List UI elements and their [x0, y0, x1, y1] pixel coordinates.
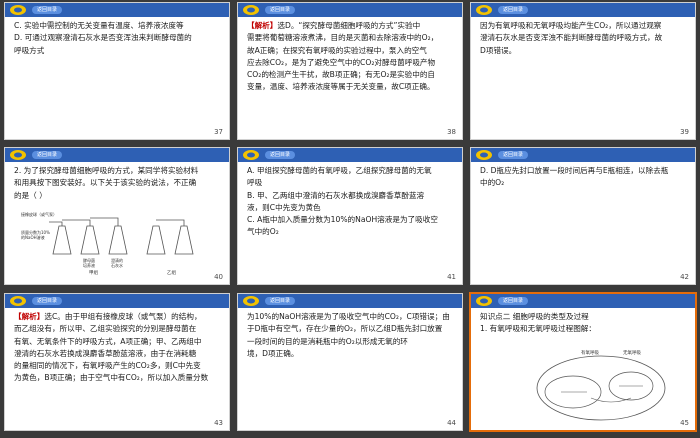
svg-text:无氧呼吸: 无氧呼吸 [623, 349, 641, 356]
slide-thumbnail-37[interactable]: 返回目录 C. 实验中需控制的无关变量有温度、培养液浓度等 D. 可通过观察澄清石… [4, 2, 230, 140]
slide-header: 返回目录 [238, 3, 462, 17]
slide-header: 返回目录 [471, 294, 695, 308]
back-to-contents-button[interactable]: 返回目录 [265, 6, 296, 14]
slide-number: 40 [214, 273, 223, 281]
slide-thumbnail-43[interactable]: 返回目录 【解析】选C。由于甲组有接橡皮球（或气泵）的结构， 而乙组没有，所以甲… [4, 293, 230, 431]
back-to-contents-button[interactable]: 返回目录 [498, 6, 529, 14]
school-logo-icon [243, 5, 259, 15]
back-to-contents-button[interactable]: 返回目录 [498, 151, 529, 159]
school-logo-icon [243, 150, 259, 160]
svg-text:接橡皮球（或气泵）: 接橡皮球（或气泵） [21, 211, 57, 217]
respiration-diagram: 有氧呼吸 无氧呼吸 [536, 349, 666, 421]
slide-text: 【解析】选D。“探究酵母菌细胞呼吸的方式”实验中 需要将葡萄糖溶液煮沸，目的是灭… [247, 21, 439, 92]
svg-text:乙组: 乙组 [167, 269, 176, 276]
slide-thumbnail-45[interactable]: 返回目录 知识点二 细胞呼吸的类型及过程 1. 有氧呼吸和无氧呼吸过程图解： 有氧… [469, 292, 697, 432]
svg-text:培养液: 培养液 [83, 262, 95, 268]
slide-text: 知识点二 细胞呼吸的类型及过程 1. 有氧呼吸和无氧呼吸过程图解： [480, 312, 596, 334]
slide-header: 返回目录 [5, 3, 229, 17]
slide-thumbnail-42[interactable]: 返回目录 D. D瓶应先封口放置一段时间后再与E瓶相连，以除去瓶 中的O₂ 42 [470, 147, 696, 285]
slide-number: 39 [680, 128, 689, 136]
school-logo-icon [476, 150, 492, 160]
slide-text: C. 实验中需控制的无关变量有温度、培养液浓度等 D. 可通过观察澄清石灰水是否变… [14, 21, 192, 55]
svg-text:石灰水: 石灰水 [111, 262, 123, 268]
slide-text: D. D瓶应先封口放置一段时间后再与E瓶相连，以除去瓶 中的O₂ [480, 166, 669, 188]
slide-thumbnail-40[interactable]: 返回目录 2. 为了探究酵母菌细胞呼吸的方式，某同学将实验材料 和用具按下图安装好… [4, 147, 230, 285]
school-logo-icon [243, 296, 259, 306]
back-to-contents-button[interactable]: 返回目录 [265, 297, 296, 305]
slide-number: 44 [447, 419, 456, 427]
school-logo-icon [10, 150, 26, 160]
slide-header: 返回目录 [471, 148, 695, 162]
back-to-contents-button[interactable]: 返回目录 [498, 297, 529, 305]
slide-text: A. 甲组探究酵母菌的有氧呼吸，乙组探究酵母菌的无氧 呼吸 B. 甲、乙两组中澄清的… [247, 166, 438, 237]
slide-text: 【解析】选C。由于甲组有接橡皮球（或气泵）的结构， 而乙组没有，所以甲、乙组实验… [14, 312, 209, 383]
flask-apparatus-diagram: 接橡皮球（或气泵） 质量分数为10% 的NaOH溶液 酵母菌 培养液 澄清的 石… [21, 211, 194, 276]
school-logo-icon [10, 296, 26, 306]
school-logo-icon [476, 296, 492, 306]
slide-header: 返回目录 [238, 148, 462, 162]
back-to-contents-button[interactable]: 返回目录 [32, 297, 63, 305]
school-logo-icon [476, 5, 492, 15]
svg-text:的NaOH溶液: 的NaOH溶液 [21, 234, 45, 240]
slide-text: 2. 为了探究酵母菌细胞呼吸的方式，某同学将实验材料 和用具按下图安装好。以下关于… [14, 166, 199, 200]
slide-header: 返回目录 [5, 294, 229, 308]
slide-number: 42 [680, 273, 689, 281]
back-to-contents-button[interactable]: 返回目录 [32, 6, 63, 14]
slide-text: 因为有氧呼吸和无氧呼吸均能产生CO₂，所以通过观察 澄清石灰水是否变浑浊不能判断酵… [480, 21, 663, 55]
slide-thumbnail-38[interactable]: 返回目录 【解析】选D。“探究酵母菌细胞呼吸的方式”实验中 需要将葡萄糖溶液煮沸… [237, 2, 463, 140]
slide-text: 为10%的NaOH溶液是为了吸收空气中的CO₂，C项错误；由 于D瓶中有空气，存在… [247, 312, 450, 358]
svg-text:甲组: 甲组 [89, 269, 98, 276]
slide-header: 返回目录 [471, 3, 695, 17]
back-to-contents-button[interactable]: 返回目录 [32, 151, 63, 159]
slide-thumbnail-39[interactable]: 返回目录 因为有氧呼吸和无氧呼吸均能产生CO₂，所以通过观察 澄清石灰水是否变浑浊… [470, 2, 696, 140]
slide-header: 返回目录 [238, 294, 462, 308]
school-logo-icon [10, 5, 26, 15]
slide-number: 38 [447, 128, 456, 136]
slide-header: 返回目录 [5, 148, 229, 162]
slide-number: 43 [214, 419, 223, 427]
slide-thumbnail-44[interactable]: 返回目录 为10%的NaOH溶液是为了吸收空气中的CO₂，C项错误；由 于D瓶中有… [237, 293, 463, 431]
back-to-contents-button[interactable]: 返回目录 [265, 151, 296, 159]
slide-number: 37 [214, 128, 223, 136]
slide-number: 41 [447, 273, 456, 281]
slide-thumbnail-41[interactable]: 返回目录 A. 甲组探究酵母菌的有氧呼吸，乙组探究酵母菌的无氧 呼吸 B. 甲、乙两… [237, 147, 463, 285]
slide-number: 45 [680, 419, 689, 427]
svg-text:有氧呼吸: 有氧呼吸 [581, 349, 599, 356]
